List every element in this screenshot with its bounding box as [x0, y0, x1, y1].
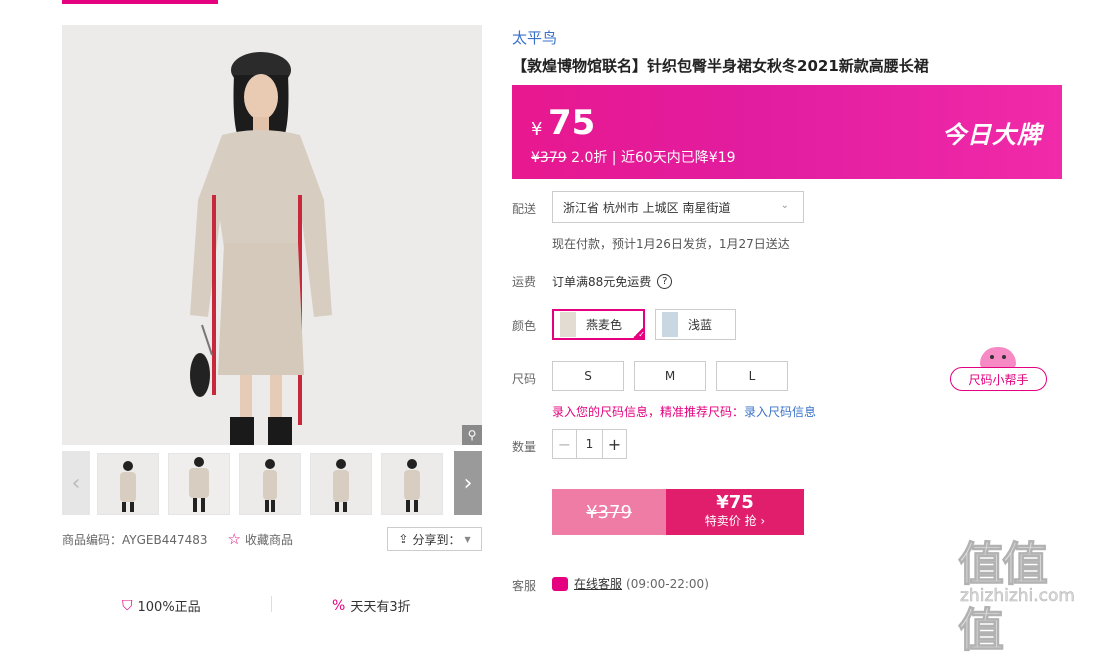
size-option-m[interactable]: M: [634, 361, 706, 391]
today-brand-badge: 今日大牌: [942, 121, 1042, 149]
color-label: 颜色: [512, 319, 537, 333]
freight-text: 订单满88元免运费: [552, 275, 652, 289]
color-option-label: 燕麦色: [586, 318, 623, 332]
chevron-down-icon: ▼: [464, 534, 471, 544]
star-icon: ☆: [227, 530, 241, 548]
address-value: 浙江省 杭州市 上城区 南星街道: [563, 200, 731, 215]
size-helper-button[interactable]: 尺码小帮手: [950, 347, 1047, 391]
delivery-label: 配送: [512, 202, 537, 216]
size-info-link[interactable]: 录入尺码信息: [744, 405, 816, 419]
size-label: 尺码: [512, 372, 537, 386]
current-price: 75: [548, 103, 596, 143]
size-tip: 录入您的尺码信息，精准推荐尺码：录入尺码信息: [552, 403, 816, 420]
guarantee-authentic: ⛉ 100%正品: [122, 596, 201, 616]
guarantee-discount: % 天天有3折: [332, 596, 411, 616]
check-icon: ✓: [631, 326, 645, 340]
guarantee-discount-label: 天天有3折: [350, 600, 411, 615]
service-label: 客服: [512, 579, 537, 593]
brand-link[interactable]: 太平鸟: [512, 27, 557, 48]
guarantee-authentic-label: 100%正品: [137, 600, 201, 615]
increase-button[interactable]: +: [602, 430, 626, 458]
quantity-stepper: − 1 +: [552, 429, 627, 459]
chat-icon: [552, 576, 568, 591]
color-option-oat[interactable]: 燕麦色 ✓: [552, 309, 645, 340]
chevron-down-icon: ⌄: [780, 200, 789, 211]
size-tip-text: 录入您的尺码信息，精准推荐尺码：: [552, 405, 745, 419]
thumbnail-2[interactable]: [168, 453, 230, 515]
model-photo: [62, 25, 482, 445]
favorite-label: 收藏商品: [244, 532, 293, 547]
size-option-s[interactable]: S: [552, 361, 624, 391]
quantity-input[interactable]: 1: [577, 430, 602, 458]
chevron-right-icon[interactable]: ›: [454, 451, 482, 515]
share-icon: ⇪: [398, 532, 409, 546]
shipping-note: 现在付款，预计1月26日发货，1月27日送达: [552, 237, 790, 251]
watermark-url: zhizhizhi.com: [960, 586, 1075, 607]
price-subline: ¥379 2.0折 | 近60天内已降¥19: [531, 147, 736, 167]
color-swatch-oat: [560, 312, 576, 337]
product-title: 【敦煌博物馆联名】针织包臀半身裙女秋冬2021新款高腰长裙: [512, 57, 929, 75]
divider: [271, 596, 272, 612]
help-icon[interactable]: ?: [657, 274, 673, 289]
original-price-block: ¥379: [552, 489, 666, 535]
original-price: ¥379: [531, 150, 567, 166]
share-button[interactable]: ⇪ 分享到： ▼: [387, 527, 482, 551]
thumbnail-5[interactable]: [381, 453, 443, 515]
mascot-icon: [980, 347, 1016, 369]
share-label: 分享到：: [412, 532, 461, 547]
customer-service: 在线客服 (09:00-22:00): [552, 575, 709, 592]
color-option-label: 浅蓝: [688, 318, 713, 332]
freight-info: 订单满88元免运费 ?: [552, 273, 673, 290]
discount-text: 2.0折 | 近60天内已降¥19: [566, 150, 736, 166]
price-box: ¥ 75 ¥379 2.0折 | 近60天内已降¥19 今日大牌: [512, 85, 1062, 179]
decrease-button[interactable]: −: [553, 430, 577, 458]
color-option-light-blue[interactable]: 浅蓝: [655, 309, 736, 340]
thumbnail-3[interactable]: [239, 453, 301, 515]
freight-label: 运费: [512, 275, 537, 289]
quantity-label: 数量: [512, 440, 537, 454]
thumbnail-1[interactable]: [97, 453, 159, 515]
favorite-button[interactable]: ☆ 收藏商品: [228, 530, 293, 548]
watermark: 值值值 zhizhizhi.com: [958, 528, 1088, 658]
online-service-link[interactable]: 在线客服: [574, 575, 622, 592]
magnifier-icon[interactable]: ⚲: [462, 425, 482, 445]
top-accent-bar: [62, 0, 218, 4]
product-code: 商品编码：AYGEB447483: [62, 532, 208, 547]
buy-price: ¥75: [716, 492, 754, 513]
size-helper-label: 尺码小帮手: [950, 367, 1047, 391]
product-main-image[interactable]: ⚲: [62, 25, 482, 445]
address-select[interactable]: 浙江省 杭州市 上城区 南星街道 ⌄: [552, 191, 804, 223]
size-option-l[interactable]: L: [716, 361, 788, 391]
thumbnail-strip: ‹ ›: [62, 451, 482, 515]
buy-cta: 特卖价 抢 ›: [704, 514, 766, 528]
percent-icon: %: [332, 597, 346, 614]
buy-now-button[interactable]: ¥75 特卖价 抢 ›: [666, 489, 804, 535]
shield-icon: ⛉: [122, 597, 133, 614]
product-meta-row: 商品编码：AYGEB447483 ☆ 收藏商品 ⇪ 分享到： ▼: [62, 527, 482, 551]
thumbnail-4[interactable]: [310, 453, 372, 515]
color-swatch-light-blue: [662, 312, 678, 337]
currency-symbol: ¥: [531, 119, 543, 140]
service-hours: (09:00-22:00): [626, 576, 709, 591]
chevron-left-icon[interactable]: ‹: [62, 451, 90, 515]
